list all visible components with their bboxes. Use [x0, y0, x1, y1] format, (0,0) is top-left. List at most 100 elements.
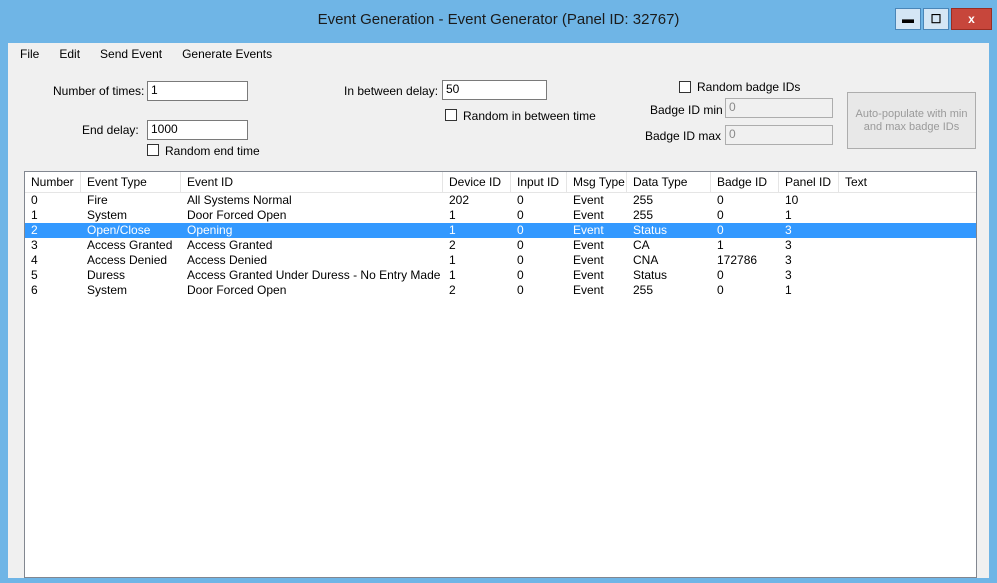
- cell-text: [839, 193, 976, 208]
- cell-event-id: Door Forced Open: [187, 208, 287, 222]
- badge-id-min-label: Badge ID min: [650, 103, 723, 117]
- cell-input-id: 0: [517, 268, 524, 282]
- cell-device-id: 1: [449, 208, 456, 222]
- menu-file[interactable]: File: [14, 47, 45, 61]
- cell-panel-id: 3: [785, 268, 792, 282]
- number-of-times-input[interactable]: 1: [147, 81, 248, 101]
- cell-text: [839, 268, 976, 283]
- cell-data-type: CA: [633, 238, 650, 252]
- cell-data-type: 255: [633, 208, 654, 222]
- column-header-data-type[interactable]: Data Type: [627, 172, 711, 192]
- table-row[interactable]: 2 Open/Close Opening 1 0 Event Status 0 3: [25, 223, 976, 238]
- cell-badge-id: 0: [717, 193, 724, 207]
- events-list-header: Number Event Type Event ID Device ID Inp…: [25, 172, 976, 193]
- cell-msg-type: Event: [573, 283, 604, 297]
- cell-text: [839, 223, 976, 238]
- menu-edit[interactable]: Edit: [53, 47, 86, 61]
- in-between-delay-input[interactable]: 50: [442, 80, 547, 100]
- cell-text: [839, 283, 976, 298]
- cell-panel-id: 1: [785, 208, 792, 222]
- random-end-time-label: Random end time: [165, 144, 260, 158]
- table-row[interactable]: 0 Fire All Systems Normal 202 0 Event 255 0 10: [25, 193, 976, 208]
- cell-number: 4: [31, 253, 38, 267]
- column-header-device-id[interactable]: Device ID: [443, 172, 511, 192]
- cell-data-type: Status: [633, 223, 668, 237]
- badge-id-min-input[interactable]: 0: [725, 98, 833, 118]
- cell-data-type: CNA: [633, 253, 659, 267]
- app-window: Event Generation - Event Generator (Pane…: [0, 0, 997, 583]
- cell-device-id: 1: [449, 268, 456, 282]
- cell-event-type: Open/Close: [87, 223, 151, 237]
- cell-number: 5: [31, 268, 38, 282]
- cell-input-id: 0: [517, 193, 524, 207]
- cell-event-id: Door Forced Open: [187, 283, 287, 297]
- minimize-icon: ▬: [902, 12, 914, 26]
- table-row[interactable]: 6 System Door Forced Open 2 0 Event 255 0 1: [25, 283, 976, 298]
- minimize-button[interactable]: ▬: [895, 8, 921, 30]
- cell-text: [839, 208, 976, 223]
- badge-id-max-input[interactable]: 0: [725, 125, 833, 145]
- client-area: File Edit Send Event Generate Events Num…: [8, 43, 989, 578]
- table-row[interactable]: 3 Access Granted Access Granted 2 0 Event CA 1 3: [25, 238, 976, 253]
- cell-badge-id: 172786: [717, 253, 758, 267]
- cell-device-id: 1: [449, 253, 456, 267]
- cell-badge-id: 0: [717, 208, 724, 222]
- column-header-input-id[interactable]: Input ID: [511, 172, 567, 192]
- cell-badge-id: 0: [717, 283, 724, 297]
- close-icon: x: [968, 12, 975, 26]
- cell-input-id: 0: [517, 238, 524, 252]
- cell-event-id: Opening: [187, 223, 233, 237]
- cell-event-type: Access Denied: [87, 253, 168, 267]
- cell-device-id: 202: [449, 193, 470, 207]
- menu-bar: File Edit Send Event Generate Events: [8, 43, 989, 65]
- title-bar[interactable]: Event Generation - Event Generator (Pane…: [0, 0, 997, 43]
- close-button[interactable]: x: [951, 8, 992, 30]
- cell-device-id: 1: [449, 223, 456, 237]
- cell-input-id: 0: [517, 283, 524, 297]
- in-between-delay-label: In between delay:: [344, 84, 439, 98]
- window-title: Event Generation - Event Generator (Pane…: [317, 11, 680, 28]
- cell-event-type: System: [87, 208, 128, 222]
- table-row[interactable]: 4 Access Denied Access Denied 1 0 Event CNA 172…: [25, 253, 976, 268]
- cell-data-type: Status: [633, 268, 668, 282]
- auto-populate-button[interactable]: Auto-populate with min and max badge IDs: [847, 92, 976, 149]
- end-delay-input[interactable]: 1000: [147, 120, 248, 140]
- cell-msg-type: Event: [573, 223, 604, 237]
- cell-panel-id: 3: [785, 223, 792, 237]
- column-header-text[interactable]: Text: [839, 172, 976, 192]
- cell-event-type: Access Granted: [87, 238, 173, 252]
- menu-send-event[interactable]: Send Event: [94, 47, 168, 61]
- maximize-button[interactable]: ☐: [923, 8, 949, 30]
- cell-msg-type: Event: [573, 253, 604, 267]
- column-header-event-id[interactable]: Event ID: [181, 172, 443, 192]
- number-of-times-label: Number of times:: [53, 84, 145, 98]
- cell-event-id: All Systems Normal: [187, 193, 292, 207]
- menu-generate-events[interactable]: Generate Events: [176, 47, 278, 61]
- cell-data-type: 255: [633, 193, 654, 207]
- cell-number: 0: [31, 193, 38, 207]
- column-header-event-type[interactable]: Event Type: [81, 172, 181, 192]
- random-end-time-checkbox[interactable]: [147, 144, 159, 156]
- badge-id-max-label: Badge ID max: [645, 129, 722, 143]
- cell-text: [839, 238, 976, 253]
- column-header-number[interactable]: Number: [25, 172, 81, 192]
- cell-event-id: Access Denied: [187, 253, 268, 267]
- table-row[interactable]: 1 System Door Forced Open 1 0 Event 255 0 1: [25, 208, 976, 223]
- cell-msg-type: Event: [573, 238, 604, 252]
- column-header-panel-id[interactable]: Panel ID: [779, 172, 839, 192]
- column-header-badge-id[interactable]: Badge ID: [711, 172, 779, 192]
- cell-badge-id: 1: [717, 238, 724, 252]
- cell-device-id: 2: [449, 238, 456, 252]
- cell-data-type: 255: [633, 283, 654, 297]
- cell-msg-type: Event: [573, 208, 604, 222]
- cell-event-type: Fire: [87, 193, 108, 207]
- cell-badge-id: 0: [717, 223, 724, 237]
- column-header-msg-type[interactable]: Msg Type: [567, 172, 627, 192]
- events-list[interactable]: Number Event Type Event ID Device ID Inp…: [24, 171, 977, 578]
- random-in-between-checkbox[interactable]: [445, 109, 457, 121]
- cell-input-id: 0: [517, 223, 524, 237]
- random-in-between-label: Random in between time: [463, 109, 596, 123]
- cell-number: 3: [31, 238, 38, 252]
- table-row[interactable]: 5 Duress Access Granted Under Duress - No …: [25, 268, 976, 283]
- random-badge-ids-checkbox[interactable]: [679, 81, 691, 93]
